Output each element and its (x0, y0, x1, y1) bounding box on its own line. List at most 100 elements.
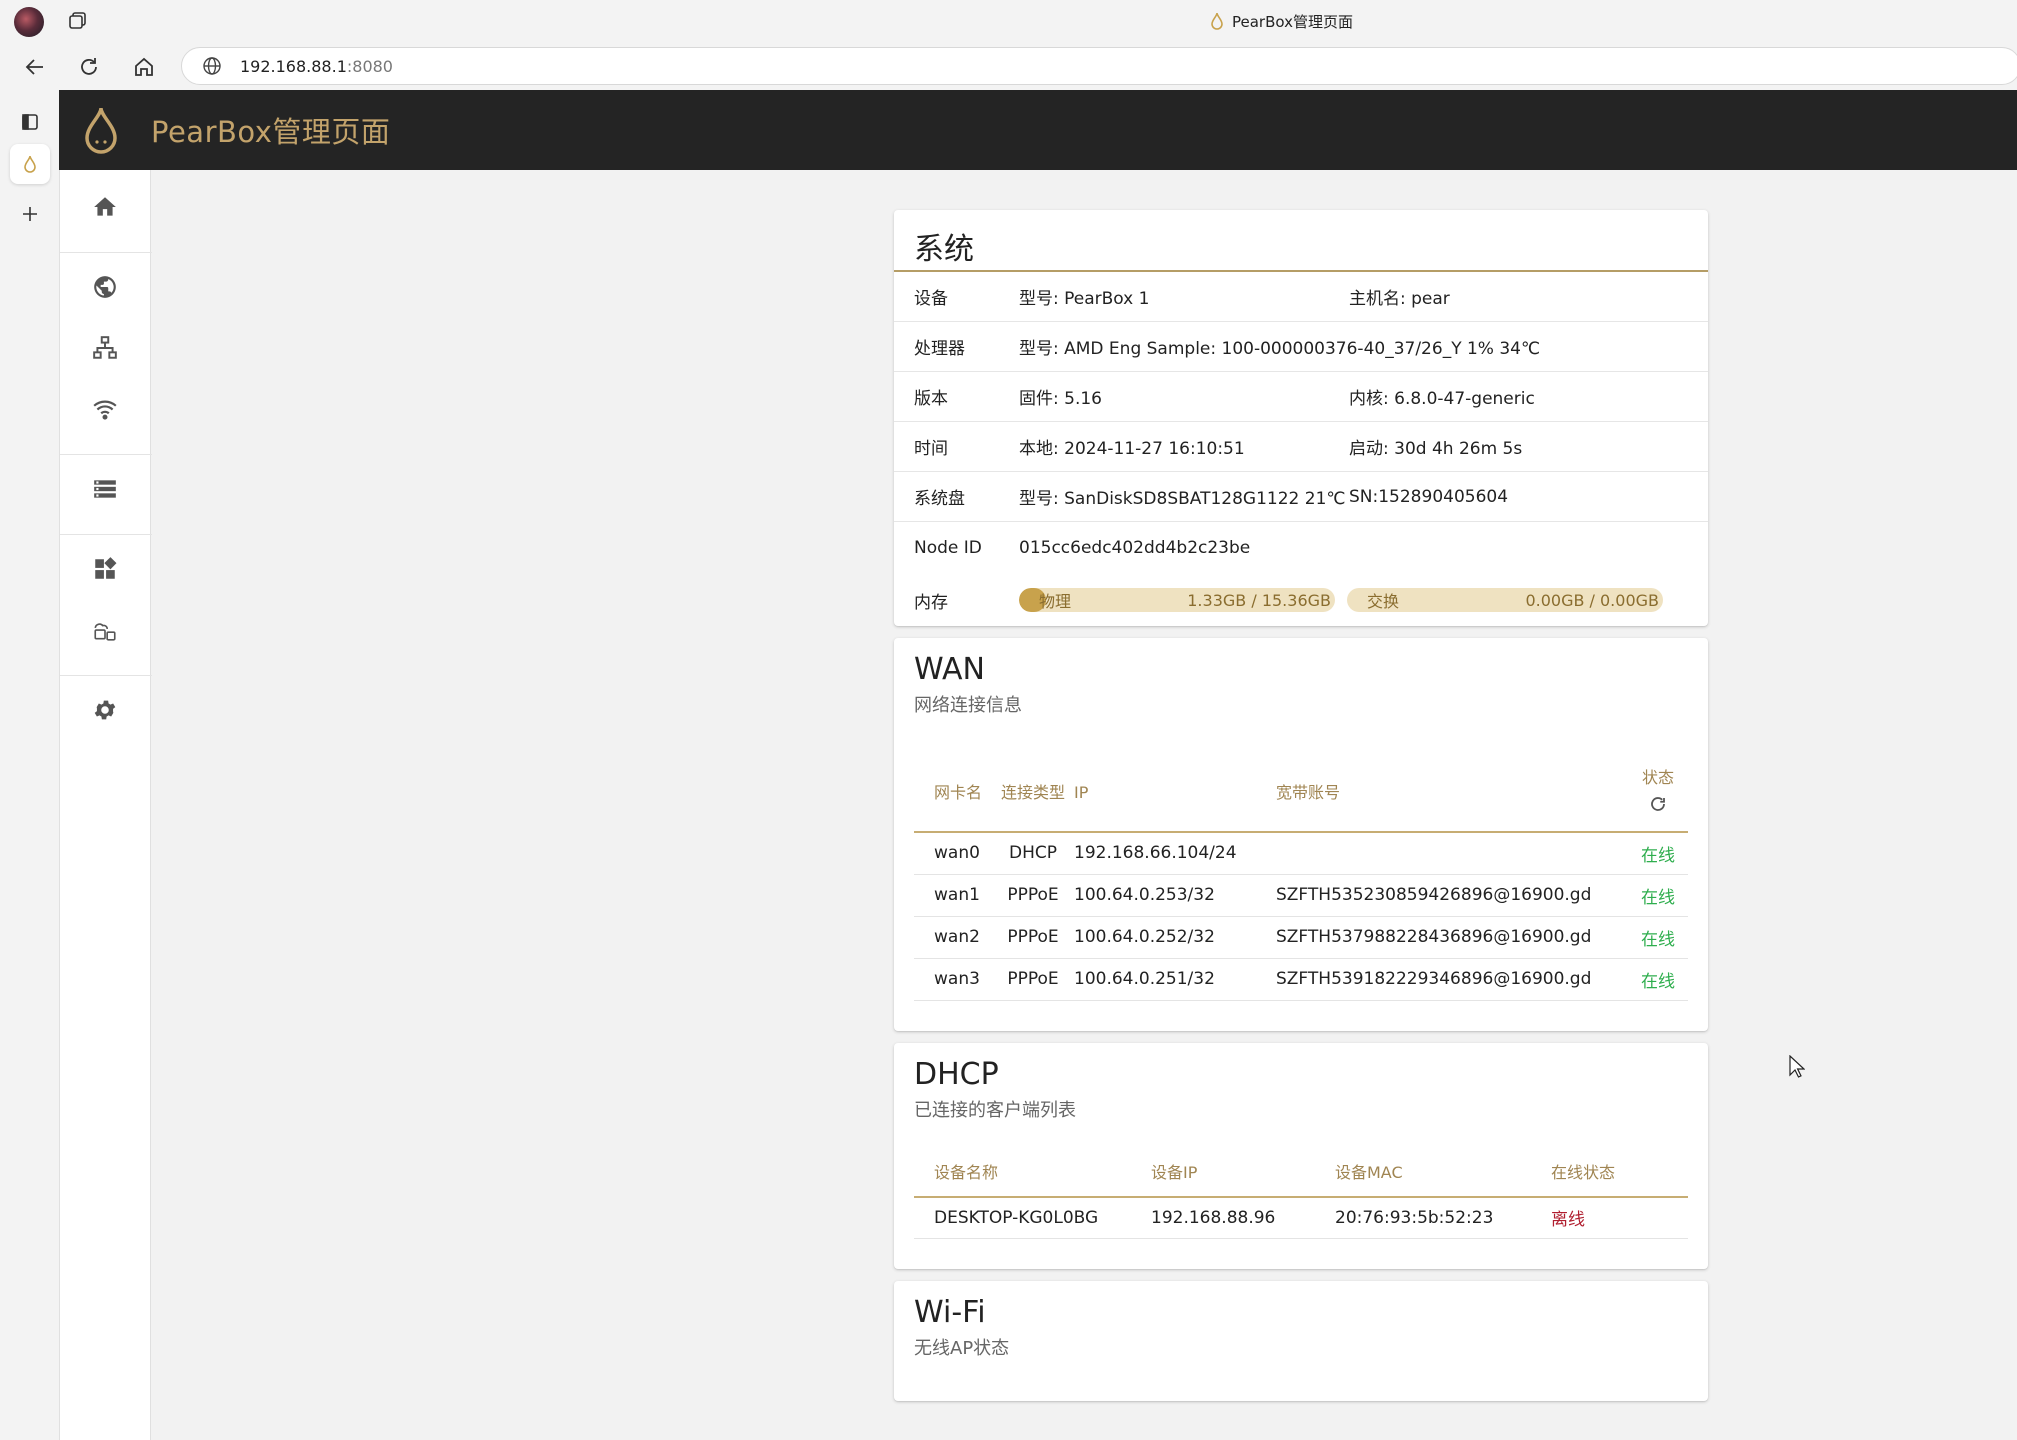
wan-account: SZFTH537988228436896@16900.gd (1272, 916, 1628, 959)
system-row-value-2: 启动: 30d 4h 26m 5s (1349, 439, 1523, 459)
wan-status: 在线 (1628, 832, 1688, 875)
wan-status: 在线 (1628, 874, 1688, 917)
wan-table-row: wan3 PPPoE 100.64.0.251/32 SZFTH53918222934… (914, 958, 1688, 1001)
dhcp-title: DHCP (914, 1056, 999, 1092)
list-icon[interactable] (82, 466, 128, 512)
dhcp-table-row: DESKTOP-KG0L0BG 192.168.88.96 20:76:93:5b:… (914, 1196, 1688, 1239)
globe-icon[interactable] (82, 264, 128, 310)
dhcp-header-ip: 设备IP (1147, 1149, 1331, 1198)
wan-status: 在线 (1628, 958, 1688, 1001)
system-row-value: 015cc6edc402dd4b2c23be (1019, 538, 1251, 558)
apps-icon[interactable] (82, 546, 128, 592)
system-row-value: 型号: AMD Eng Sample: 100-000000376-40_37/… (1019, 339, 1541, 359)
browser-titlebar: PearBox管理页面 (0, 0, 2017, 42)
wan-type: PPPoE (996, 874, 1070, 917)
dhcp-table: 设备名称 设备IP 设备MAC 在线状态 DESKTOP-KG0L0BG 192.… (914, 1149, 1688, 1239)
app-header: PearBox管理页面 (59, 90, 2017, 170)
dhcp-device-name: DESKTOP-KG0L0BG (914, 1196, 1147, 1239)
cloud-devices-icon[interactable] (82, 607, 128, 653)
dhcp-subtitle: 已连接的客户端列表 (914, 1099, 1076, 1121)
system-row-value: 固件: 5.16 (1019, 389, 1102, 409)
side-nav (59, 170, 152, 1440)
network-icon[interactable] (82, 325, 128, 371)
memory-row: 内存 物理 1.33GB / 15.36GB 交换 0.00GB / 0.00G… (894, 574, 1708, 626)
wifi-title: Wi-Fi (914, 1295, 986, 1330)
dhcp-header-name: 设备名称 (914, 1149, 1147, 1198)
dhcp-header-state: 在线状态 (1547, 1149, 1688, 1198)
wan-account (1272, 832, 1628, 875)
wan-status: 在线 (1628, 916, 1688, 959)
back-arrow-icon[interactable] (18, 50, 52, 84)
system-card: 系统 设备 型号: PearBox 1 主机名: pear 处理器 型号: AMD En… (894, 210, 1708, 626)
home-icon[interactable] (127, 50, 161, 84)
system-row: Node ID 015cc6edc402dd4b2c23be (894, 522, 1708, 574)
system-row-value: 型号: PearBox 1 (1019, 289, 1150, 309)
main-content: 系统 设备 型号: PearBox 1 主机名: pear 处理器 型号: AMD En… (894, 210, 1708, 1413)
app-body: 系统 设备 型号: PearBox 1 主机名: pear 处理器 型号: AMD En… (59, 170, 2017, 1440)
wan-nic: wan3 (914, 958, 996, 1001)
system-row-value-2: 主机名: pear (1349, 289, 1450, 309)
profile-avatar[interactable] (14, 7, 44, 37)
system-row-label: 处理器 (914, 339, 965, 359)
system-row-label: 版本 (914, 389, 948, 409)
wan-title: WAN (914, 652, 985, 687)
system-row: 时间 本地: 2024-11-27 16:10:51 启动: 30d 4h 26m … (894, 422, 1708, 472)
url-input[interactable]: 192.168.88.1:8080 (181, 47, 2017, 85)
wan-table-row: wan2 PPPoE 100.64.0.252/32 SZFTH53798822843… (914, 916, 1688, 959)
system-row: 设备 型号: PearBox 1 主机名: pear (894, 272, 1708, 322)
vertical-tabs-strip (0, 90, 59, 1440)
system-row-value: 型号: SanDiskSD8SBAT128G1122 21℃ (1019, 489, 1346, 509)
swap-memory-value: 0.00GB / 0.00GB (1525, 590, 1659, 610)
pear-favicon-icon (1211, 12, 1223, 30)
wan-type: PPPoE (996, 958, 1070, 1001)
gear-icon[interactable] (82, 687, 128, 733)
wifi-subtitle: 无线AP状态 (914, 1338, 1010, 1359)
system-row-label: 设备 (914, 289, 948, 309)
system-row-value: 本地: 2024-11-27 16:10:51 (1019, 439, 1245, 459)
swap-memory-label: 交换 (1367, 592, 1400, 611)
wan-subtitle: 网络连接信息 (914, 695, 1022, 716)
tab-title-text: PearBox管理页面 (1232, 12, 1353, 31)
wan-nic: wan0 (914, 832, 996, 875)
tab-actions-icon[interactable] (66, 10, 90, 34)
physical-memory-value: 1.33GB / 15.36GB (1187, 590, 1331, 610)
wan-type: PPPoE (996, 916, 1070, 959)
active-tab-title[interactable]: PearBox管理页面 (1210, 10, 1353, 32)
pear-favicon-icon (24, 155, 36, 173)
reload-icon[interactable] (72, 50, 106, 84)
wan-ip: 192.168.66.104/24 (1070, 832, 1272, 875)
url-host: 192.168.88.1 (240, 56, 347, 76)
system-row: 处理器 型号: AMD Eng Sample: 100-000000376-40_… (894, 322, 1708, 372)
dhcp-device-state: 离线 (1547, 1196, 1688, 1239)
system-row: 版本 固件: 5.16 内核: 6.8.0-47-generic (894, 372, 1708, 422)
new-tab-plus-icon[interactable] (10, 194, 50, 234)
browser-addressbar: 192.168.88.1:8080 (0, 42, 2017, 90)
wan-type: DHCP (996, 832, 1070, 875)
vertical-tab-pearbox[interactable] (10, 144, 50, 184)
refresh-icon[interactable] (1649, 795, 1667, 813)
wan-header-type: 连接类型 (996, 755, 1070, 833)
wan-ip: 100.64.0.252/32 (1070, 916, 1272, 959)
home-icon[interactable] (82, 184, 128, 230)
wan-header-status-cell: 状态 (1628, 755, 1688, 833)
dhcp-header-mac: 设备MAC (1331, 1149, 1547, 1198)
site-info-icon[interactable] (202, 56, 222, 76)
memory-label: 内存 (914, 592, 948, 613)
wan-table-row: wan0 DHCP 192.168.66.104/24 在线 (914, 832, 1688, 875)
mouse-cursor-icon (1789, 1055, 1805, 1078)
system-row-label: 系统盘 (914, 489, 965, 509)
wan-table-row: wan1 PPPoE 100.64.0.253/32 SZFTH53523085942… (914, 874, 1688, 917)
wan-account: SZFTH539182229346896@16900.gd (1272, 958, 1628, 1001)
tab-panel-icon[interactable] (10, 102, 50, 142)
physical-memory-meter: 物理 1.33GB / 15.36GB (1019, 588, 1335, 612)
pearbox-logo-icon (85, 107, 117, 154)
system-row-label: 时间 (914, 439, 948, 459)
dhcp-device-ip: 192.168.88.96 (1147, 1196, 1331, 1239)
wan-ip: 100.64.0.253/32 (1070, 874, 1272, 917)
wan-nic: wan1 (914, 874, 996, 917)
wifi-card: Wi-Fi 无线AP状态 (894, 1281, 1708, 1401)
system-row-label: Node ID (914, 538, 982, 558)
wifi-icon[interactable] (82, 386, 128, 432)
system-title: 系统 (914, 232, 974, 267)
wan-header-account: 宽带账号 (1272, 755, 1628, 833)
